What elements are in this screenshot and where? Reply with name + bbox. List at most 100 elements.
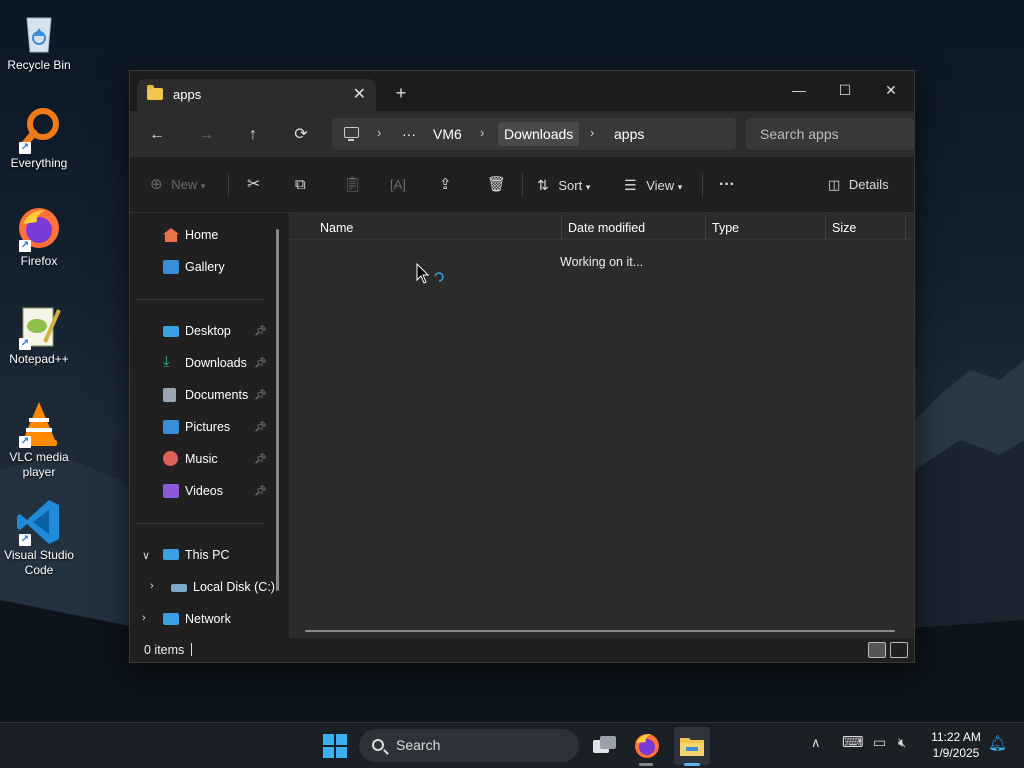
task-view-button[interactable] [589, 731, 619, 761]
up-button[interactable]: ↑ [241, 123, 265, 147]
volume-muted-icon[interactable]: 🔇︎ [898, 735, 906, 751]
desktop-icon-vlc[interactable]: ↗ VLC media player [0, 400, 78, 480]
desktop-icon-vscode[interactable]: ↗ Visual Studio Code [0, 498, 78, 578]
breadcrumb-more[interactable]: ··· [402, 126, 416, 142]
see-more-button[interactable]: ··· [719, 175, 735, 195]
search-icon [372, 739, 384, 751]
notification-bell-icon[interactable]: 🔔︎ [988, 734, 1007, 752]
breadcrumb-vm6[interactable]: VM6 [433, 126, 462, 142]
file-list: Name Date modified Type Size Working on … [289, 213, 914, 638]
pin-icon: 📌︎ [254, 326, 267, 337]
keyboard-icon[interactable]: ⌨ [842, 733, 864, 751]
desktop-icon-notepadpp[interactable]: ↗ Notepad++ [0, 302, 78, 367]
search-input[interactable]: Search apps [746, 118, 914, 150]
show-hidden-icons-chevron-icon[interactable]: ∧ [811, 735, 821, 751]
breadcrumb-downloads[interactable]: Downloads [498, 122, 580, 146]
navigation-bar: ← → ↑ ⟳ › ··· VM6 › Downloads › apps Sea… [130, 111, 914, 157]
loading-message: Working on it... [560, 255, 644, 269]
tab-apps[interactable]: apps ✕ [137, 79, 376, 111]
pin-icon: 📌︎ [254, 486, 267, 497]
sidebar-item-label: Pictures [185, 420, 231, 434]
network-icon [163, 613, 179, 625]
breadcrumb-apps[interactable]: apps [614, 126, 644, 142]
minimize-button[interactable]: — [776, 76, 822, 104]
new-tab-button[interactable]: + [392, 83, 410, 104]
rename-button[interactable]: [A] [390, 175, 406, 195]
new-button[interactable]: ⊕ New ▾ [150, 175, 205, 195]
cut-button[interactable]: ✂ [247, 175, 260, 195]
computer-icon [163, 549, 179, 560]
desktop-icon-label: VLC media player [9, 450, 69, 479]
column-header-name[interactable]: Name [320, 217, 353, 239]
taskbar-search-label: Search [396, 737, 441, 753]
share-icon: ⇪ [439, 176, 452, 193]
gallery-icon [163, 260, 179, 274]
delete-button[interactable]: 🗑︎ [487, 175, 506, 195]
firefox-icon: ↗ [15, 204, 63, 252]
pin-icon: 📌︎ [254, 390, 267, 401]
details-view-button[interactable] [868, 642, 886, 658]
desktop-icon-firefox[interactable]: ↗ Firefox [0, 204, 78, 269]
home-icon [163, 228, 179, 242]
column-header-size[interactable]: Size [832, 217, 856, 239]
taskbar-firefox[interactable] [632, 731, 662, 761]
chevron-down-icon: ▾ [585, 182, 591, 192]
forward-button[interactable]: → [194, 123, 218, 147]
desktop-icon-label: Visual Studio Code [4, 548, 74, 577]
details-pane-button[interactable]: ◫ Details [828, 175, 889, 195]
chevron-down-icon[interactable]: ∨ [142, 549, 150, 562]
column-divider[interactable] [705, 215, 706, 239]
desktop-icon-recycle-bin[interactable]: Recycle Bin [0, 8, 78, 73]
paste-button[interactable]: 📋︎ [343, 175, 362, 195]
horizontal-scrollbar[interactable] [305, 630, 895, 632]
clock-time: 11:22 AM [931, 730, 981, 744]
running-indicator [639, 763, 653, 766]
maximize-button[interactable]: ☐ [822, 76, 868, 104]
refresh-button[interactable]: ⟳ [289, 123, 313, 147]
column-header-type[interactable]: Type [712, 217, 739, 239]
divider [522, 173, 523, 197]
large-icons-view-button[interactable] [890, 642, 908, 658]
share-button[interactable]: ⇪ [439, 175, 452, 195]
pin-icon: 📌︎ [254, 422, 267, 433]
back-button[interactable]: ← [145, 123, 169, 147]
details-pane-icon: ◫ [828, 177, 841, 192]
chevron-right-icon: › [480, 125, 485, 140]
sort-label: Sort [558, 178, 583, 193]
view-button[interactable]: ☰ View ▾ [624, 175, 682, 195]
start-button[interactable] [320, 731, 350, 761]
taskbar-file-explorer[interactable] [674, 727, 710, 765]
chevron-right-icon: › [377, 125, 382, 140]
desktop-icon-everything[interactable]: ↗ Everything [0, 106, 78, 171]
desktop-icon-label: Recycle Bin [7, 58, 71, 72]
chevron-right-icon[interactable]: › [150, 580, 154, 592]
address-bar[interactable]: › ··· VM6 › Downloads › apps [332, 118, 736, 150]
status-divider [191, 643, 192, 656]
tab-close-icon[interactable]: ✕ [353, 84, 366, 104]
music-icon [163, 451, 178, 466]
command-bar: ⊕ New ▾ ✂ ⧉ 📋︎ [A] ⇪ 🗑︎ ⇅ Sort ▾ ☰ View … [130, 157, 914, 213]
video-icon [163, 484, 179, 498]
clock[interactable]: 11:22 AM 1/9/2025 [924, 729, 988, 761]
pin-icon: 📌︎ [254, 358, 267, 369]
chevron-down-icon: ▾ [200, 181, 206, 191]
column-divider[interactable] [561, 215, 562, 239]
network-status-icon[interactable]: ▭ [873, 734, 886, 751]
sidebar-scrollbar[interactable] [276, 229, 279, 591]
divider [136, 299, 264, 300]
column-divider[interactable] [825, 215, 826, 239]
column-header-date-modified[interactable]: Date modified [568, 217, 645, 239]
column-divider[interactable] [905, 215, 906, 239]
download-arrow-icon: ⤓ [163, 353, 170, 370]
clock-date: 1/9/2025 [932, 746, 980, 760]
sidebar-item-label: Network [185, 612, 231, 626]
vlc-icon: ↗ [15, 400, 63, 448]
sort-button[interactable]: ⇅ Sort ▾ [537, 175, 590, 195]
taskbar-search[interactable]: Search [359, 729, 579, 762]
chevron-right-icon[interactable]: › [142, 612, 146, 624]
taskbar: Search ∧ ⌨ ▭ 🔇︎ 11:22 AM 1/9/2025 🔔︎ [0, 722, 1024, 768]
close-window-button[interactable]: ✕ [868, 76, 914, 104]
copy-button[interactable]: ⧉ [295, 175, 306, 195]
plus-circle-icon: ⊕ [150, 176, 163, 193]
notepadpp-icon: ↗ [15, 302, 63, 350]
